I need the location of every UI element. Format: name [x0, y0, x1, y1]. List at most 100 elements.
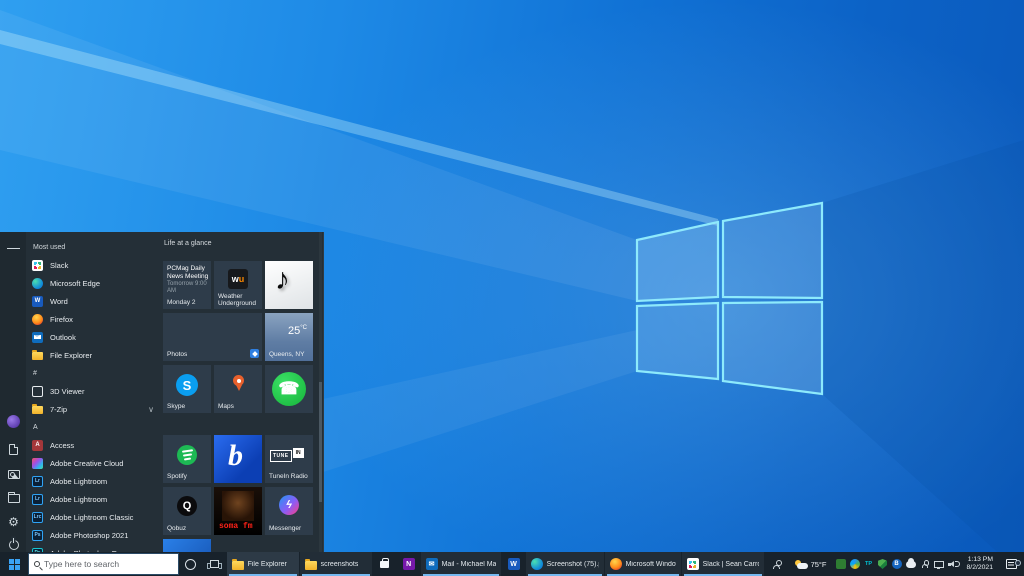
tile-weather[interactable]: 25°C Queens, NY — [265, 313, 313, 361]
taskbar-window-mail[interactable]: ✉ Mail - Michael Ma... — [421, 552, 501, 576]
folders-icon[interactable] — [7, 492, 20, 505]
clock-date: 8/2/2021 — [967, 564, 993, 573]
display-icon[interactable] — [934, 559, 944, 569]
cortana-button[interactable] — [179, 552, 203, 576]
person-icon[interactable] — [920, 559, 930, 569]
tile-soma-fm[interactable]: soma fm — [214, 487, 262, 535]
firefox-icon — [610, 558, 622, 570]
bluetooth-icon[interactable]: B — [892, 559, 902, 569]
partly-cloudy-icon — [271, 325, 287, 335]
creative-cloud-icon — [32, 458, 43, 469]
taskbar: File Explorer screenshots N ✉ Mail - Mic… — [0, 552, 1024, 576]
tile-qobuz[interactable]: Q Qobuz — [163, 487, 211, 535]
security-shield-icon[interactable] — [878, 559, 888, 569]
taskbar-window-edge-screenshot[interactable]: Screenshot (75).pn... — [526, 552, 604, 576]
windows-logo-icon — [9, 559, 20, 570]
app-item-slack[interactable]: Slack — [26, 256, 162, 274]
app-item-7zip[interactable]: 7-Zip ∨ — [26, 400, 162, 418]
tile-group-header[interactable]: Life at a glance — [164, 240, 211, 247]
7zip-folder-icon — [32, 406, 43, 414]
tile-calendar[interactable]: PCMag Daily News Meeting Tomorrow 9:00 A… — [163, 261, 211, 309]
slack-icon — [687, 558, 699, 570]
taskbar-clock[interactable]: 1:13 PM 8/2/2021 — [962, 556, 998, 573]
tile-maps[interactable]: Maps — [214, 365, 262, 413]
tile-spotify[interactable]: Spotify — [163, 435, 211, 483]
app-item-lightroom-classic[interactable]: Lrc Adobe Lightroom Classic — [26, 508, 162, 526]
taskbar-window-file-explorer[interactable]: File Explorer — [227, 552, 299, 576]
tile-partial[interactable] — [163, 539, 211, 552]
app-item-edge[interactable]: Microsoft Edge — [26, 274, 162, 292]
clock-time: 1:13 PM — [967, 556, 993, 565]
defender-pinwheel-icon[interactable] — [850, 559, 860, 569]
settings-gear-icon[interactable]: ⚙ — [7, 515, 20, 528]
power-icon[interactable] — [7, 538, 20, 551]
taskbar-window-slack[interactable]: Slack | Sean Carrol... — [682, 552, 764, 576]
start-menu: ⚙ Most used Slack Microsoft Edge W Word … — [0, 232, 324, 552]
app-item-outlook[interactable]: Outlook — [26, 328, 162, 346]
weather-sun-cloud-icon — [794, 560, 808, 569]
desktop: ⚙ Most used Slack Microsoft Edge W Word … — [0, 0, 1024, 576]
tile-tunein[interactable]: TUNEIN TuneIn Radio — [265, 435, 313, 483]
qobuz-icon: Q — [177, 496, 197, 516]
app-item-file-explorer[interactable]: File Explorer — [26, 346, 162, 364]
file-explorer-icon — [232, 561, 244, 570]
photos-app-icon — [250, 349, 259, 358]
spotify-icon — [177, 445, 197, 465]
onenote-icon: N — [403, 558, 415, 570]
tile-skype[interactable]: S Skype — [163, 365, 211, 413]
volume-icon[interactable] — [948, 560, 958, 568]
lightroom-classic-icon: Lrc — [32, 512, 43, 523]
tile-whatsapp[interactable]: ☎ — [265, 365, 313, 413]
search-input[interactable] — [44, 559, 173, 569]
action-center-button[interactable] — [998, 559, 1024, 569]
most-used-header: Most used — [26, 238, 162, 256]
lightroom-icon: Lr — [32, 494, 43, 505]
start-button[interactable] — [0, 552, 28, 576]
tp-link-icon[interactable]: TP — [864, 559, 874, 569]
section-header-hash[interactable]: # — [26, 364, 162, 382]
taskbar-window-firefox[interactable]: Microsoft Window... — [605, 552, 681, 576]
hamburger-menu-icon[interactable] — [7, 242, 20, 255]
tray-icons: TP B — [832, 559, 962, 569]
app-item-creative-cloud[interactable]: Adobe Creative Cloud — [26, 454, 162, 472]
taskbar-pinned-store[interactable] — [373, 552, 397, 576]
music-note-icon: ♪ — [275, 263, 290, 297]
notification-badge — [1015, 560, 1021, 566]
taskbar-weather[interactable]: 75°F — [789, 560, 832, 569]
task-view-button[interactable] — [203, 552, 227, 576]
section-header-a[interactable]: A — [26, 418, 162, 436]
cortana-icon — [185, 559, 196, 570]
tile-messenger[interactable]: ϟ Messenger — [265, 487, 313, 535]
app-item-firefox[interactable]: Firefox — [26, 310, 162, 328]
taskbar-window-screenshots[interactable]: screenshots — [300, 552, 372, 576]
slack-icon — [32, 260, 43, 271]
app-item-3d-viewer[interactable]: 3D Viewer — [26, 382, 162, 400]
onedrive-cloud-icon[interactable] — [906, 559, 916, 569]
start-menu-scrollbar[interactable] — [319, 232, 322, 552]
weather-underground-icon: wu — [228, 269, 248, 289]
tile-weather-underground[interactable]: wu Weather Underground — [214, 261, 262, 309]
taskbar-pinned-onenote[interactable]: N — [397, 552, 421, 576]
pictures-icon[interactable] — [7, 468, 20, 481]
start-app-list: Most used Slack Microsoft Edge W Word Fi… — [26, 238, 162, 562]
app-item-access[interactable]: A Access — [26, 436, 162, 454]
people-button[interactable] — [765, 552, 789, 576]
user-avatar[interactable] — [7, 415, 20, 428]
start-menu-rail: ⚙ — [0, 232, 26, 552]
file-explorer-icon — [32, 352, 43, 360]
tile-music-player[interactable]: ♪ — [265, 261, 313, 309]
taskbar-pinned-word[interactable]: W — [502, 552, 526, 576]
app-item-word[interactable]: W Word — [26, 292, 162, 310]
app-item-lightroom-1[interactable]: Lr Adobe Lightroom — [26, 472, 162, 490]
documents-icon[interactable] — [7, 443, 20, 456]
taskbar-search[interactable] — [28, 553, 179, 575]
skype-icon: S — [176, 374, 198, 396]
chevron-down-icon[interactable]: ∨ — [148, 405, 154, 414]
tile-b-logo[interactable]: b — [214, 435, 262, 483]
messenger-icon: ϟ — [279, 495, 299, 515]
app-item-photoshop-2021[interactable]: Ps Adobe Photoshop 2021 — [26, 526, 162, 544]
system-tray: 75°F TP B 1:13 PM 8/2/2021 — [789, 552, 1024, 576]
app-item-lightroom-2[interactable]: Lr Adobe Lightroom — [26, 490, 162, 508]
green-app-icon[interactable] — [836, 559, 846, 569]
tile-photos[interactable]: Photos — [163, 313, 262, 361]
